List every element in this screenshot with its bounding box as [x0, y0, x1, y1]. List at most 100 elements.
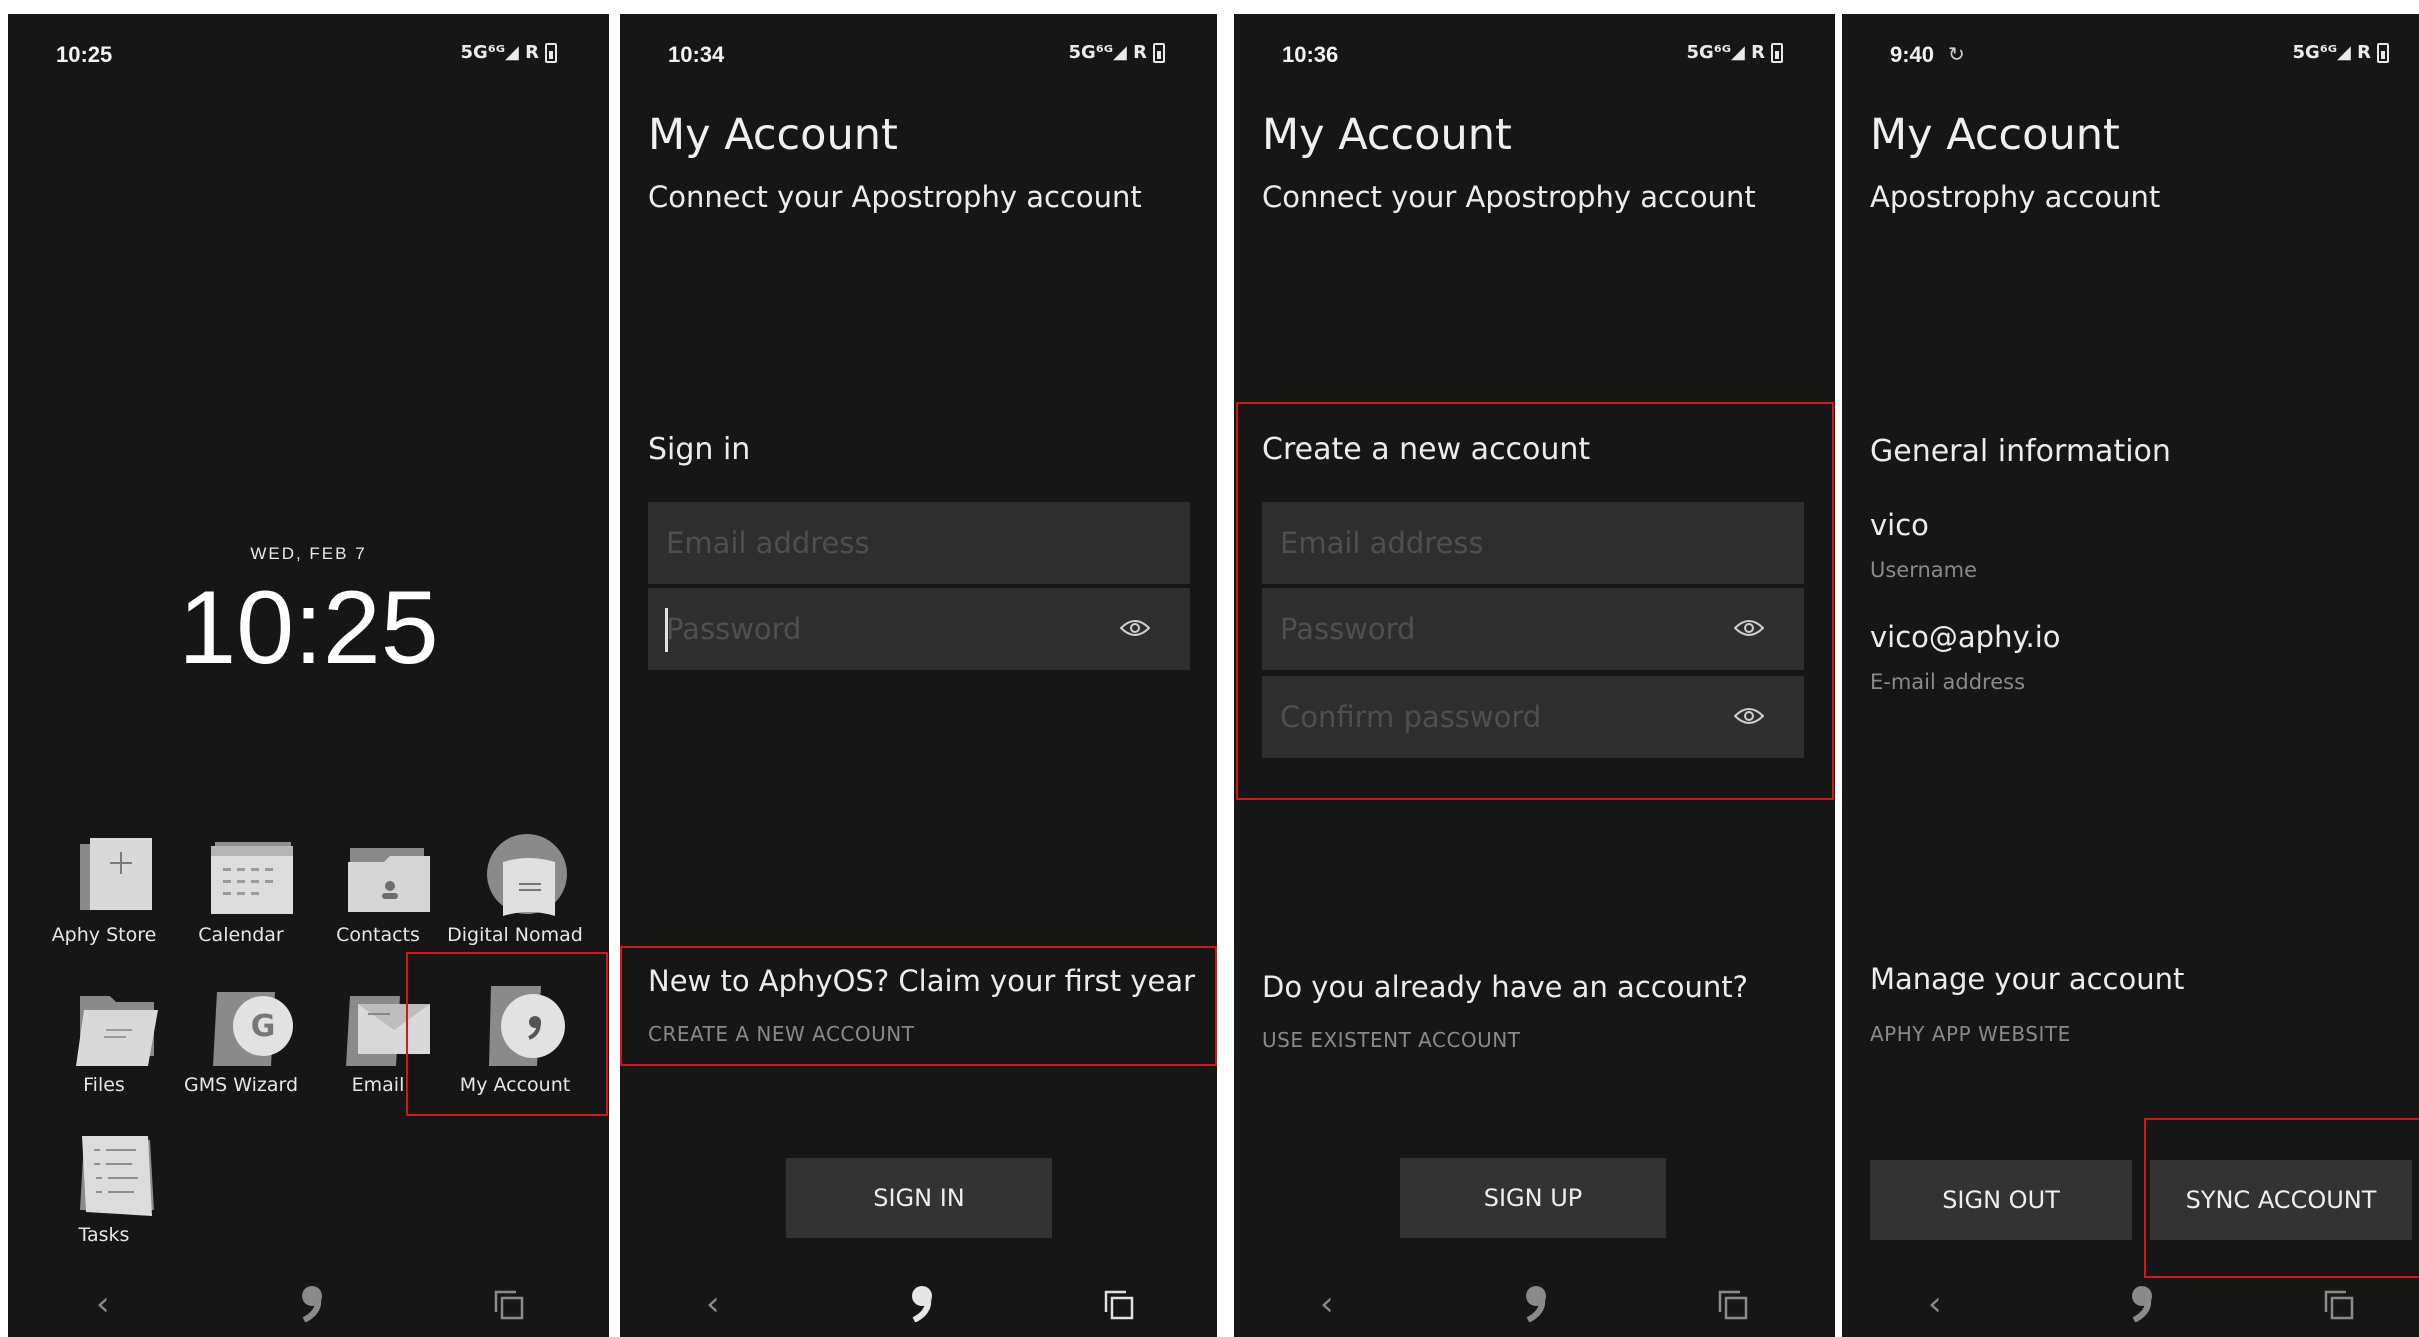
- use-existing-account-link[interactable]: USE EXISTENT ACCOUNT: [1262, 1028, 1520, 1052]
- home-screen: 10:25 5G⁶ᴳ◢ R WED, FEB 7 10:25 Aphy Stor…: [8, 14, 609, 1337]
- password-field[interactable]: [648, 588, 1190, 670]
- page-subtitle: Connect your Apostrophy account: [1262, 180, 1756, 214]
- sync-icon: ↻: [1948, 42, 1965, 66]
- recent-apps-icon[interactable]: [1716, 1288, 1750, 1322]
- home-icon[interactable]: [904, 1284, 938, 1322]
- page-subtitle: Connect your Apostrophy account: [648, 180, 1142, 214]
- password-field[interactable]: [1262, 588, 1804, 670]
- status-icons: 5G⁶ᴳ◢ R: [1069, 42, 1165, 63]
- folder-icon: [76, 996, 158, 1066]
- aphy-app-website-link[interactable]: APHY APP WEBSITE: [1870, 1022, 2071, 1046]
- app-my-account[interactable]: My Account: [447, 982, 583, 1122]
- battery-icon: [1771, 42, 1783, 63]
- email-field[interactable]: [648, 502, 1190, 584]
- back-icon[interactable]: ‹: [1928, 1284, 1942, 1324]
- text-caret: [665, 608, 668, 652]
- nav-bar: ‹: [1234, 1284, 1835, 1324]
- contacts-icon: [348, 848, 430, 912]
- back-icon[interactable]: ‹: [1320, 1284, 1334, 1324]
- status-time: 9:40: [1890, 42, 1935, 67]
- email-icon: [346, 996, 430, 1066]
- account-icon: [489, 986, 565, 1066]
- home-icon[interactable]: [2124, 1284, 2158, 1322]
- password-input[interactable]: [648, 588, 1190, 670]
- status-time: 10:34: [668, 42, 725, 67]
- section-title: Create a new account: [1262, 432, 1591, 467]
- clock-widget[interactable]: 10:25: [8, 569, 609, 688]
- confirm-password-input[interactable]: [1262, 676, 1804, 758]
- status-bar: 10:34 5G⁶ᴳ◢ R: [620, 38, 1217, 78]
- sign-up-screen: 10:36 5G⁶ᴳ◢ R My Account Connect your Ap…: [1234, 14, 1835, 1337]
- recent-apps-icon[interactable]: [1102, 1288, 1136, 1322]
- promo-text: New to AphyOS? Claim your first year: [648, 964, 1196, 998]
- app-contacts[interactable]: Contacts: [310, 832, 446, 972]
- question-text: Do you already have an account?: [1262, 970, 1748, 1004]
- signal-icon: 5G⁶ᴳ◢ R: [1686, 42, 1765, 63]
- signal-icon: 5G⁶ᴳ◢ R: [1068, 42, 1147, 63]
- app-aphy-store[interactable]: Aphy Store: [36, 832, 172, 972]
- eye-icon[interactable]: [1734, 618, 1764, 638]
- status-time: 10:36: [1282, 42, 1339, 67]
- email-input[interactable]: [648, 502, 1190, 584]
- battery-icon: [545, 42, 557, 63]
- nav-bar: ‹: [1842, 1284, 2419, 1324]
- page-title: My Account: [1870, 110, 2120, 160]
- status-icons: 5G⁶ᴳ◢ R: [1687, 42, 1783, 63]
- page-title: My Account: [648, 110, 898, 160]
- home-icon[interactable]: [294, 1284, 328, 1322]
- tasks-icon: [80, 1136, 154, 1216]
- email-label: E-mail address: [1870, 670, 2026, 694]
- status-icons: 5G⁶ᴳ◢ R: [461, 42, 557, 63]
- sign-in-screen: 10:34 5G⁶ᴳ◢ R My Account Connect your Ap…: [620, 14, 1217, 1337]
- battery-icon: [2377, 42, 2389, 63]
- app-tasks[interactable]: Tasks: [36, 1132, 172, 1272]
- nav-bar: ‹: [8, 1284, 609, 1324]
- status-icons: 5G⁶ᴳ◢ R: [2293, 42, 2389, 63]
- app-label: My Account: [459, 1074, 571, 1096]
- eye-icon[interactable]: [1734, 706, 1764, 726]
- sign-out-button[interactable]: SIGN OUT: [1870, 1160, 2132, 1240]
- password-input[interactable]: [1262, 588, 1804, 670]
- signal-icon: 5G⁶ᴳ◢ R: [460, 42, 539, 63]
- app-calendar[interactable]: Calendar: [173, 832, 309, 972]
- signal-icon: 5G⁶ᴳ◢ R: [2292, 42, 2371, 63]
- app-gms-wizard[interactable]: G GMS Wizard: [173, 982, 309, 1122]
- app-label: Digital Nomad: [447, 924, 583, 946]
- date-label: WED, FEB 7: [250, 544, 367, 563]
- section-title: Sign in: [648, 432, 751, 467]
- digital-nomad-icon: [487, 834, 567, 916]
- sync-account-button[interactable]: SYNC ACCOUNT: [2150, 1160, 2412, 1240]
- back-icon[interactable]: ‹: [706, 1284, 720, 1324]
- status-bar: 9:40 ↻ 5G⁶ᴳ◢ R: [1842, 38, 2419, 78]
- email-input[interactable]: [1262, 502, 1804, 584]
- email-field[interactable]: [1262, 502, 1804, 584]
- eye-icon[interactable]: [1120, 618, 1150, 638]
- app-digital-nomad[interactable]: Digital Nomad: [447, 832, 583, 972]
- nav-bar: ‹: [620, 1284, 1217, 1324]
- store-icon: [80, 838, 152, 910]
- page-title: My Account: [1262, 110, 1512, 160]
- status-bar: 10:36 5G⁶ᴳ◢ R: [1234, 38, 1835, 78]
- username-value: vico: [1870, 508, 1929, 542]
- username-label: Username: [1870, 558, 1978, 582]
- svg-text:G: G: [251, 1009, 276, 1044]
- section-title: General information: [1870, 434, 2171, 469]
- back-icon[interactable]: ‹: [96, 1284, 110, 1324]
- account-info-screen: 9:40 ↻ 5G⁶ᴳ◢ R My Account Apostrophy acc…: [1842, 14, 2419, 1337]
- app-files[interactable]: Files: [36, 982, 172, 1122]
- recent-apps-icon[interactable]: [2322, 1288, 2356, 1322]
- manage-account-title: Manage your account: [1870, 962, 2185, 996]
- status-time: 10:25: [56, 42, 113, 67]
- status-bar: 10:25 5G⁶ᴳ◢ R: [8, 38, 609, 78]
- sign-in-button[interactable]: SIGN IN: [786, 1158, 1052, 1238]
- sign-up-button[interactable]: SIGN UP: [1400, 1158, 1666, 1238]
- recent-apps-icon[interactable]: [492, 1288, 526, 1322]
- calendar-icon: [211, 842, 293, 914]
- create-account-link[interactable]: CREATE A NEW ACCOUNT: [648, 1022, 914, 1046]
- home-icon[interactable]: [1518, 1284, 1552, 1322]
- email-value: vico@aphy.io: [1870, 620, 2061, 654]
- confirm-password-field[interactable]: [1262, 676, 1804, 758]
- app-email[interactable]: Email: [310, 982, 446, 1122]
- page-subtitle: Apostrophy account: [1870, 180, 2161, 214]
- gms-wizard-icon: G: [213, 992, 293, 1066]
